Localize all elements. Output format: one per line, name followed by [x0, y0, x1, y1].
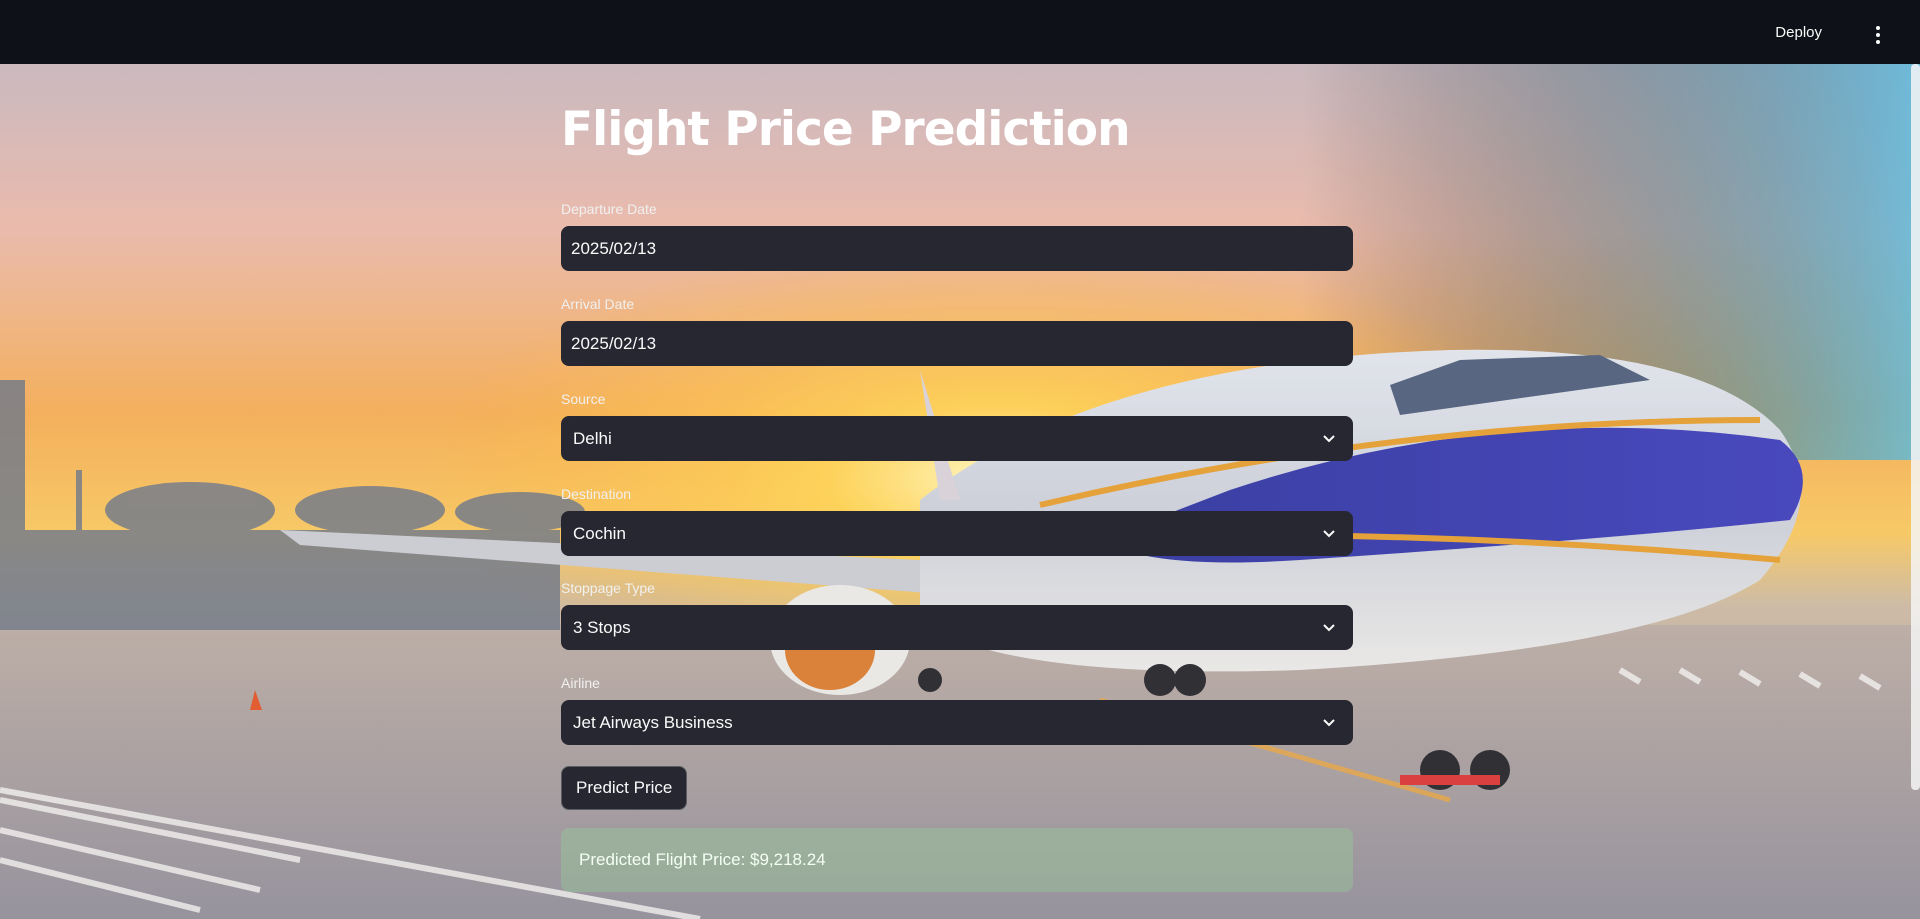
stoppage-type-label: Stoppage Type	[561, 580, 655, 596]
arrival-date-input[interactable]	[561, 321, 1353, 366]
arrival-date-field: Arrival Date	[561, 295, 1353, 366]
destination-selected-value: Cochin	[573, 523, 626, 543]
airline-label: Airline	[561, 675, 600, 691]
arrival-date-input-box	[561, 321, 1353, 366]
airline-select[interactable]: Jet Airways Business	[561, 700, 1353, 745]
deploy-button[interactable]: Deploy	[1775, 24, 1822, 41]
top-toolbar: Deploy	[0, 0, 1920, 64]
airline-selected-value: Jet Airways Business	[573, 712, 733, 732]
arrival-date-label: Arrival Date	[561, 296, 635, 312]
departure-date-field: Departure Date	[561, 200, 1353, 271]
chevron-down-icon	[1323, 435, 1335, 443]
destination-select[interactable]: Cochin	[561, 511, 1353, 556]
departure-date-label: Departure Date	[561, 201, 657, 217]
prediction-result-alert: Predicted Flight Price: $9,218.24	[561, 828, 1353, 892]
stoppage-type-selected-value: 3 Stops	[573, 617, 631, 637]
chevron-down-icon	[1323, 719, 1335, 727]
destination-field: Destination Cochin	[561, 485, 1353, 556]
stoppage-type-select[interactable]: 3 Stops	[561, 605, 1353, 650]
prediction-result-text: Predicted Flight Price: $9,218.24	[579, 850, 826, 869]
source-selected-value: Delhi	[573, 428, 612, 448]
stoppage-type-field: Stoppage Type 3 Stops	[561, 579, 1353, 650]
source-label: Source	[561, 391, 606, 407]
page-title: Flight Price Prediction	[561, 102, 1131, 157]
chevron-down-icon	[1323, 624, 1335, 632]
chevron-down-icon	[1323, 530, 1335, 538]
departure-date-input[interactable]	[561, 226, 1353, 271]
source-field: Source Delhi	[561, 390, 1353, 461]
destination-label: Destination	[561, 486, 632, 502]
airline-field: Airline Jet Airways Business	[561, 674, 1353, 745]
kebab-dot	[1876, 40, 1880, 44]
kebab-dot	[1876, 33, 1880, 37]
kebab-menu-icon[interactable]	[1874, 26, 1882, 46]
source-select[interactable]: Delhi	[561, 416, 1353, 461]
departure-date-input-box	[561, 226, 1353, 271]
kebab-dot	[1876, 26, 1880, 30]
scrollbar[interactable]	[1911, 64, 1920, 790]
predict-price-button[interactable]: Predict Price	[561, 766, 688, 810]
